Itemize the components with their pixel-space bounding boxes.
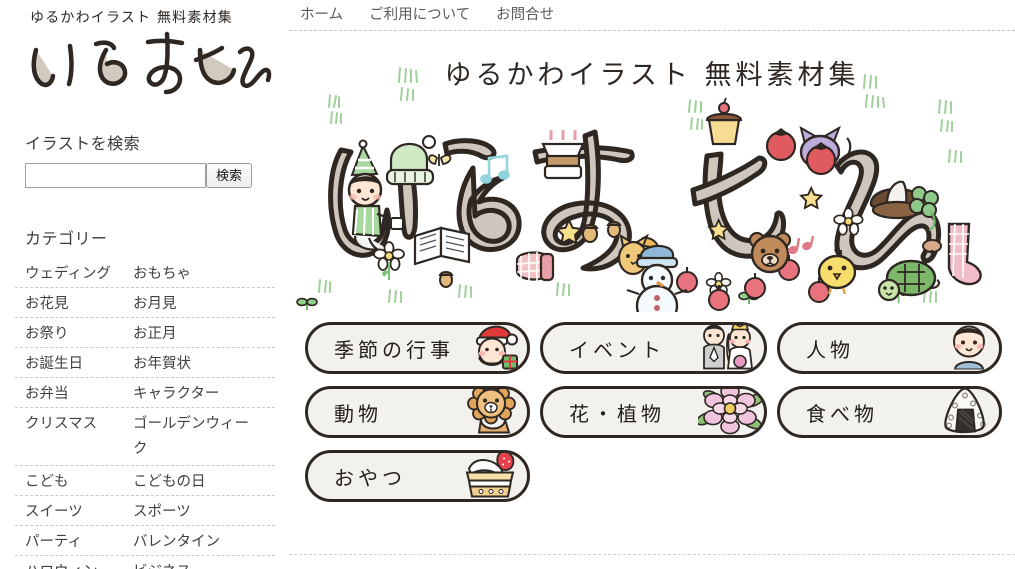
category-row: パーティ バレンタイン (15, 526, 275, 556)
category-button-grid: 季節の行事 イベント 人物 動物 花・植物 食べ物 おやつ (305, 322, 1005, 547)
search-form[interactable]: 検索 (25, 163, 253, 188)
wedding-couple-icon (696, 325, 758, 371)
category-list: ウェディング おもちゃ お花見 お月見 お祭り お正月 お誕生日 お年賀状 お弁… (15, 258, 275, 569)
category-link[interactable]: こども (15, 470, 133, 495)
hero-illustration: ゆるかわイラスト 無料素材集 (289, 40, 1015, 312)
category-row: お弁当 キャラクター (15, 378, 275, 408)
category-link[interactable]: お月見 (133, 292, 263, 317)
category-row: お祭り お正月 (15, 318, 275, 348)
sidebar: ゆるかわイラスト 無料素材集 イラストを検索 検索 カテゴリー ウェディング お… (0, 0, 289, 569)
bear-icon (748, 231, 792, 274)
category-button-food[interactable]: 食べ物 (777, 386, 1002, 438)
page-root: ゆるかわイラスト 無料素材集 イラストを検索 検索 カテゴリー ウェディング お… (0, 0, 1015, 569)
category-link[interactable]: おもちゃ (133, 262, 263, 287)
hero-title-text: ゆるかわイラスト 無料素材集 (444, 60, 859, 91)
category-link[interactable]: こどもの日 (133, 470, 263, 495)
category-button-row: 動物 花・植物 食べ物 (305, 386, 1005, 438)
category-button-people[interactable]: 人物 (777, 322, 1002, 374)
category-button-flowers-plants[interactable]: 花・植物 (540, 386, 767, 438)
person-face-icon (945, 325, 993, 371)
category-button-animals[interactable]: 動物 (305, 386, 530, 438)
search-heading: イラストを検索 (25, 136, 141, 153)
category-link[interactable]: お誕生日 (15, 352, 133, 377)
nav-contact[interactable]: お問合せ (496, 5, 554, 25)
category-row: スイーツ スポーツ (15, 496, 275, 526)
category-link[interactable]: ハロウィン (15, 560, 133, 569)
category-link[interactable]: お正月 (133, 322, 263, 347)
category-button-snacks[interactable]: おやつ (305, 450, 530, 502)
category-link[interactable]: クリスマス (15, 412, 133, 437)
mitten-icon (515, 251, 555, 282)
category-button-seasonal-events[interactable]: 季節の行事 (305, 322, 530, 374)
main-content: ホーム ご利用について お問合せ ゆるかわイラスト 無料素材集 季節の行事 イベ… (289, 0, 1015, 569)
category-link[interactable]: お祭り (15, 322, 133, 347)
nav-divider (289, 30, 1015, 31)
search-input[interactable] (25, 163, 206, 188)
category-link[interactable]: キャラクター (133, 382, 263, 407)
hero-banner[interactable]: ゆるかわイラスト 無料素材集 (289, 40, 1015, 312)
svg-text:ゆるかわイラスト 無料素材集: ゆるかわイラスト 無料素材集 (30, 9, 233, 26)
category-link[interactable]: ビジネス (133, 560, 263, 569)
category-link[interactable]: ウェディング (15, 262, 133, 287)
nav-home[interactable]: ホーム (300, 5, 343, 25)
category-row: お花見 お月見 (15, 288, 275, 318)
category-link[interactable]: ゴールデンウィーク (133, 412, 263, 462)
santa-icon (469, 325, 521, 371)
category-button-row: 季節の行事 イベント 人物 (305, 322, 1005, 374)
site-logo[interactable]: ゆるかわイラスト 無料素材集 (12, 4, 277, 110)
acorn-icon (606, 221, 622, 238)
category-row: ハロウィン ビジネス (15, 556, 275, 569)
category-link[interactable]: パーティ (15, 530, 133, 555)
category-link[interactable]: お弁当 (15, 382, 133, 407)
category-link[interactable]: スポーツ (133, 500, 263, 525)
acorn-icon (438, 271, 454, 288)
category-button-events[interactable]: イベント (540, 322, 767, 374)
category-link[interactable]: バレンタイン (133, 530, 263, 555)
content-bottom-divider (289, 554, 1015, 555)
category-row: お誕生日 お年賀状 (15, 348, 275, 378)
acorn-icon (581, 224, 599, 243)
category-link[interactable]: スイーツ (15, 500, 133, 525)
peony-flower-icon (695, 389, 764, 435)
logo-wordmark-icon (31, 31, 272, 95)
search-button[interactable]: 検索 (206, 163, 252, 188)
category-row: ウェディング おもちゃ (15, 258, 275, 288)
category-button-row: おやつ (305, 450, 1005, 502)
onigiri-icon (939, 389, 993, 435)
logo-tagline-icon: ゆるかわイラスト 無料素材集 (30, 9, 233, 26)
category-link[interactable]: お年賀状 (133, 352, 263, 377)
category-row: こども こどもの日 (15, 466, 275, 496)
lion-icon (465, 389, 521, 435)
strawberry-cake-icon (461, 453, 521, 499)
nav-about[interactable]: ご利用について (369, 5, 470, 25)
category-row: クリスマス ゴールデンウィーク (15, 408, 275, 466)
top-navigation: ホーム ご利用について お問合せ (289, 0, 1015, 31)
category-heading: カテゴリー (25, 231, 108, 248)
category-link[interactable]: お花見 (15, 292, 133, 317)
